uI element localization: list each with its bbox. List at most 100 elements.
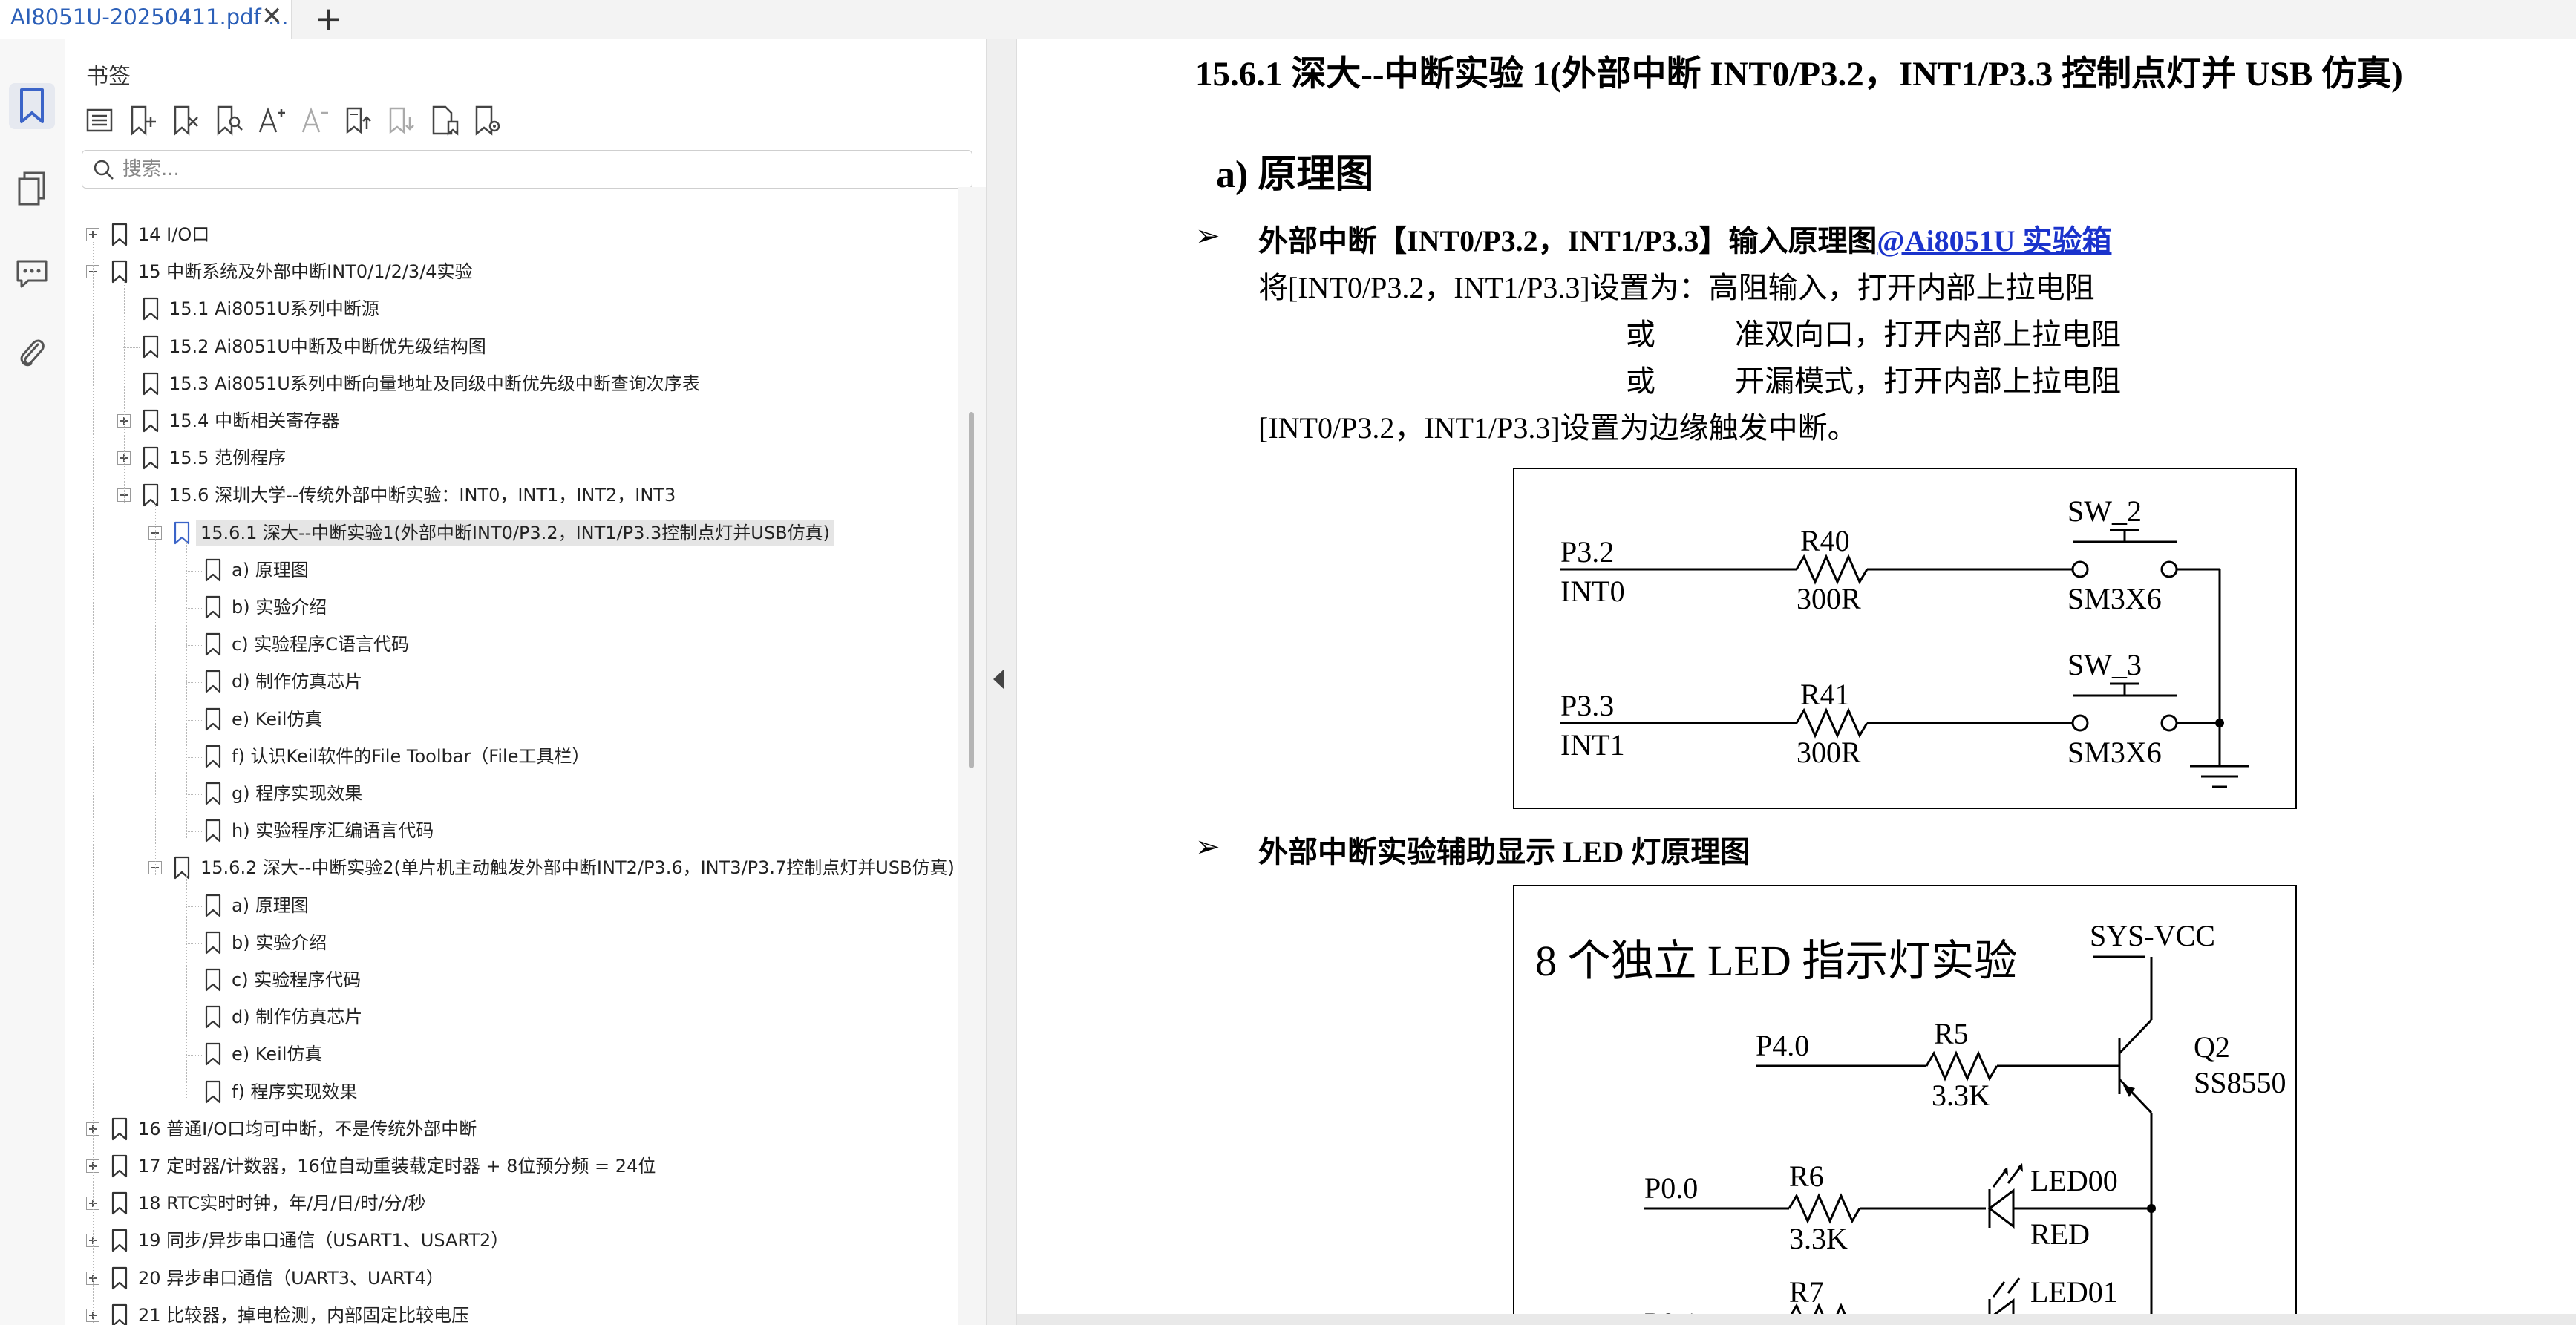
bookmark-label[interactable]: 17 定时器/计数器，16位自动重装载定时器 + 8位预分频 = 24位 (134, 1153, 660, 1180)
tree-connector (186, 831, 202, 833)
bookmark-row[interactable]: d) 制作仿真芯片 (65, 999, 956, 1036)
bookmark-label[interactable]: 14 I/O口 (134, 221, 214, 248)
bookmark-row[interactable]: 19 同步/异步串口通信（USART1、USART2） (65, 1223, 956, 1260)
bookmark-label[interactable]: g) 程序实现效果 (227, 780, 367, 807)
bookmark-row[interactable]: 16 普通I/O口均可中断，不是传统外部中断 (65, 1111, 956, 1148)
lab-kit-link[interactable]: @Ai8051U 实验箱 (1877, 224, 2111, 258)
bookmark-label[interactable]: 15.3 Ai8051U系列中断向量地址及同级中断优先级中断查询次序表 (165, 370, 705, 397)
bookmark-row[interactable]: 15.1 Ai8051U系列中断源 (65, 291, 956, 328)
bookmark-row[interactable]: d) 制作仿真芯片 (65, 664, 956, 701)
resistor-r41-value: 300R (1797, 736, 1861, 769)
bookmark-label[interactable]: 15.2 Ai8051U中断及中断优先级结构图 (165, 333, 491, 360)
bookmark-row[interactable]: 18 RTC实时时钟，年/月/日/时/分/秒 (65, 1185, 956, 1223)
bookmark-row[interactable]: 17 定时器/计数器，16位自动重装载定时器 + 8位预分频 = 24位 (65, 1148, 956, 1185)
tree-connector (93, 242, 94, 1325)
bookmark-page-icon[interactable] (429, 104, 459, 137)
bookmark-list-icon[interactable] (85, 104, 114, 137)
bookmark-row[interactable]: h) 实验程序汇编语言代码 (65, 813, 956, 850)
comment-icon[interactable] (9, 250, 55, 296)
bookmark-item-icon (205, 1005, 221, 1029)
bookmark-label[interactable]: h) 实验程序汇编语言代码 (227, 817, 438, 844)
bookmark-label[interactable]: 21 比较器，掉电检测，内部固定比较电压 (134, 1302, 474, 1325)
document-tab[interactable]: AI8051U-20250411.pdf ... ✕ (0, 0, 292, 39)
tree-connector (155, 503, 156, 876)
bookmark-label[interactable]: a) 原理图 (227, 557, 313, 583)
bookmark-item-icon (205, 670, 221, 693)
text-larger-icon[interactable] (257, 104, 287, 137)
expand-icon[interactable] (86, 228, 99, 241)
bookmark-label[interactable]: 15.5 范例程序 (165, 445, 290, 471)
bookmark-row[interactable]: b) 实验介绍 (65, 925, 956, 962)
bookmark-settings-icon[interactable] (472, 104, 502, 137)
bookmark-row[interactable]: e) Keil仿真 (65, 701, 956, 739)
bookmark-row[interactable]: 15.3 Ai8051U系列中断向量地址及同级中断优先级中断查询次序表 (65, 366, 956, 403)
bookmark-label[interactable]: 15.6 深圳大学--传统外部中断实验：INT0，INT1，INT2，INT3 (165, 482, 680, 508)
bookmark-row[interactable]: 14 I/O口 (65, 217, 956, 254)
led-schematic: 8 个独立 LED 指示灯实验 SYS-VCC P4.0 R5 3.3K Q2 … (1513, 885, 2297, 1325)
bookmark-label[interactable]: 15.6.1 深大--中断实验1(外部中断INT0/P3.2，INT1/P3.3… (196, 519, 834, 546)
bookmark-row[interactable]: 15.6.1 深大--中断实验1(外部中断INT0/P3.2，INT1/P3.3… (65, 515, 956, 552)
panel-scrollbar-thumb[interactable] (969, 412, 974, 768)
section-heading: 15.6.1 深大--中断实验 1(外部中断 INT0/P3.2，INT1/P3… (1195, 55, 2403, 94)
bookmark-label[interactable]: 18 RTC实时时钟，年/月/日/时/分/秒 (134, 1190, 431, 1217)
bookmark-item-icon (205, 745, 221, 768)
bookmark-label[interactable]: 15 中断系统及外部中断INT0/1/2/3/4实验 (134, 258, 477, 285)
bookmark-label[interactable]: b) 实验介绍 (227, 594, 331, 621)
config-line-2: 准双向口，打开内部上拉电阻 (1735, 318, 2121, 351)
pages-icon[interactable] (9, 166, 55, 212)
bookmark-label[interactable]: a) 原理图 (227, 892, 313, 919)
tree-connector (186, 875, 187, 1099)
bookmark-row[interactable]: c) 实验程序C语言代码 (65, 626, 956, 664)
bookmark-row[interactable]: 20 异步串口通信（UART3、UART4） (65, 1260, 956, 1298)
bookmark-row[interactable]: b) 实验介绍 (65, 589, 956, 626)
bookmark-label[interactable]: 15.6.2 深大--中断实验2(单片机主动触发外部中断INT2/P3.6，IN… (196, 854, 956, 881)
bookmark-item-icon (205, 968, 221, 992)
led-led00: LED00 (2030, 1164, 2118, 1197)
bookmark-row[interactable]: e) Keil仿真 (65, 1036, 956, 1073)
bookmark-label[interactable]: c) 实验程序C语言代码 (227, 631, 413, 658)
find-bookmark-icon[interactable] (214, 104, 243, 137)
bookmark-label[interactable]: b) 实验介绍 (227, 929, 331, 956)
bookmark-row[interactable]: 15.2 Ai8051U中断及中断优先级结构图 (65, 329, 956, 366)
bookmark-row[interactable]: g) 程序实现效果 (65, 776, 956, 813)
attachment-icon[interactable] (9, 330, 55, 376)
config-line-4: [INT0/P3.2，INT1/P3.3]设置为边缘触发中断。 (1258, 411, 1857, 445)
bookmark-label[interactable]: 15.4 中断相关寄存器 (165, 408, 344, 434)
bookmark-label[interactable]: 15.1 Ai8051U系列中断源 (165, 295, 384, 322)
bookmark-label[interactable]: 16 普通I/O口均可中断，不是传统外部中断 (134, 1116, 481, 1142)
bookmark-row[interactable]: a) 原理图 (65, 552, 956, 589)
bookmark-label[interactable]: 20 异步串口通信（UART3、UART4） (134, 1265, 448, 1292)
search-input[interactable] (121, 155, 955, 183)
collapse-panel-icon[interactable] (993, 670, 1004, 689)
bookmark-label[interactable]: e) Keil仿真 (227, 706, 327, 733)
bookmark-label[interactable]: f) 程序实现效果 (227, 1079, 362, 1105)
bookmark-row[interactable]: 15.6.2 深大--中断实验2(单片机主动触发外部中断INT2/P3.6，IN… (65, 850, 956, 887)
bookmark-icon[interactable] (9, 83, 55, 129)
bookmark-row[interactable]: 15.5 范例程序 (65, 440, 956, 477)
bookmark-search[interactable] (82, 150, 972, 189)
bookmark-row[interactable]: 15 中断系统及外部中断INT0/1/2/3/4实验 (65, 254, 956, 291)
bookmark-row[interactable]: a) 原理图 (65, 888, 956, 925)
bookmark-label[interactable]: 19 同步/异步串口通信（USART1、USART2） (134, 1227, 513, 1254)
bookmark-label[interactable]: c) 实验程序代码 (227, 966, 365, 993)
add-tab-icon[interactable]: + (315, 0, 342, 39)
collapse-all-icon[interactable] (386, 104, 416, 137)
bookmark-row[interactable]: 15.6 深圳大学--传统外部中断实验：INT0，INT1，INT2，INT3 (65, 477, 956, 514)
delete-bookmark-icon[interactable] (171, 104, 200, 137)
expand-all-icon[interactable] (343, 104, 373, 137)
pin-p32: P3.2 (1560, 535, 1614, 569)
bookmark-row[interactable]: 21 比较器，掉电检测，内部固定比较电压 (65, 1298, 956, 1325)
add-bookmark-icon[interactable] (128, 104, 157, 137)
bookmark-label[interactable]: e) Keil仿真 (227, 1041, 327, 1067)
bookmark-panel: 书签 搜索... 14 I/O口 15 中断系统及外部中断INT0/1/2/3/… (65, 39, 986, 1325)
horizontal-scrollbar[interactable] (1017, 1314, 2576, 1325)
bookmark-row[interactable]: 15.4 中断相关寄存器 (65, 403, 956, 440)
bookmark-row[interactable]: c) 实验程序代码 (65, 962, 956, 999)
bookmark-label[interactable]: d) 制作仿真芯片 (227, 668, 367, 695)
bookmark-label[interactable]: d) 制作仿真芯片 (227, 1004, 367, 1030)
close-tab-icon[interactable]: ✕ (261, 1, 283, 31)
bookmark-row[interactable]: f) 认识Keil软件的File Toolbar（File工具栏） (65, 739, 956, 776)
text-smaller-icon[interactable] (300, 104, 330, 137)
bookmark-row[interactable]: f) 程序实现效果 (65, 1074, 956, 1111)
bookmark-label[interactable]: f) 认识Keil软件的File Toolbar（File工具栏） (227, 743, 594, 770)
